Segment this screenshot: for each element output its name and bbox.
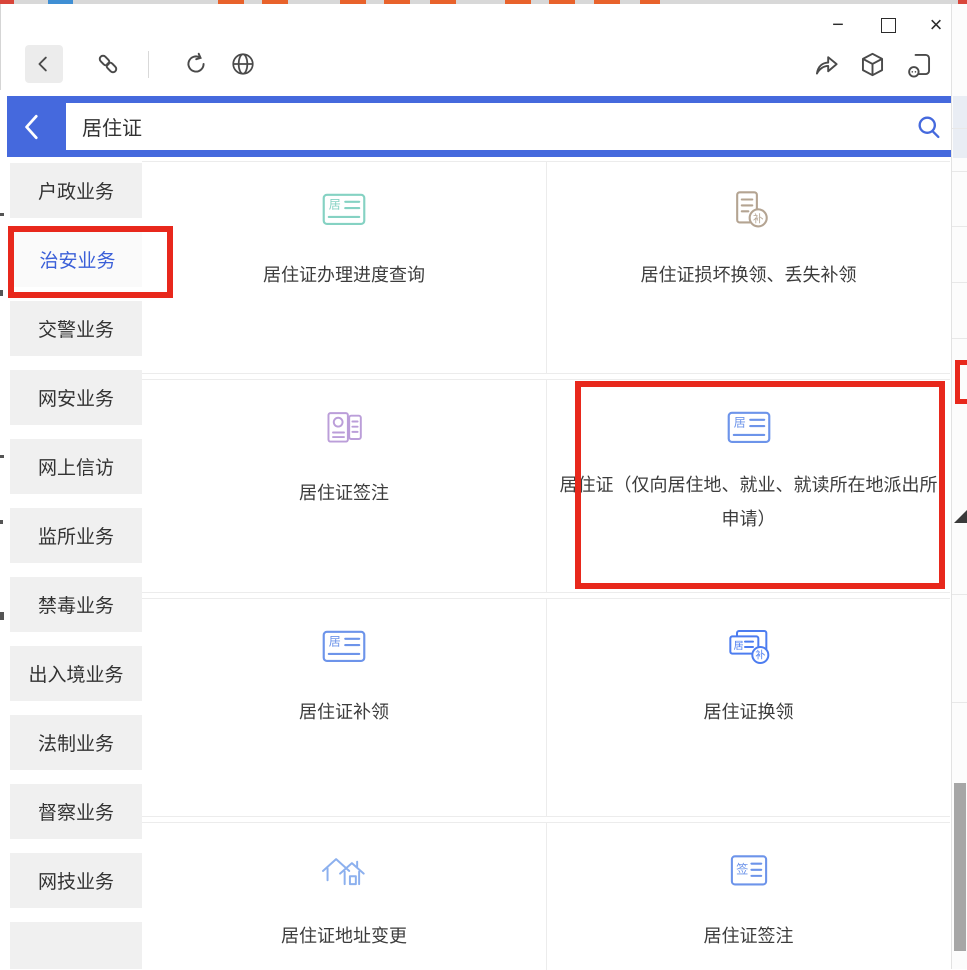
- title-bar: − ×: [0, 4, 967, 40]
- service-card-label: 居住证签注: [287, 476, 401, 510]
- svg-text:居: 居: [329, 635, 341, 649]
- search-input[interactable]: [66, 103, 906, 150]
- service-card[interactable]: 居 补 居住证换领: [547, 599, 950, 816]
- globe-button[interactable]: [224, 45, 262, 83]
- svg-text:补: 补: [752, 212, 763, 225]
- share-arrow-icon: [813, 51, 840, 78]
- refresh-icon: [183, 51, 209, 77]
- maximize-button[interactable]: [873, 12, 903, 38]
- service-card[interactable]: 居 居住证办理进度查询: [142, 162, 547, 373]
- page-behind-artifact: [953, 96, 967, 158]
- card-replace-icon: 居 补: [725, 625, 773, 669]
- maximize-icon: [881, 18, 896, 33]
- page-edge-artifact: [0, 455, 4, 458]
- service-card-highlighted[interactable]: 居 居住证（仅向居住地、就业、就读所在地派出所申请）: [547, 380, 950, 592]
- sidebar-item-partial[interactable]: [10, 922, 142, 969]
- close-button[interactable]: ×: [921, 12, 951, 38]
- id-card-photo-icon: [322, 406, 366, 450]
- search-input-wrapper: [66, 103, 952, 150]
- sidebar-item-wangji[interactable]: 网技业务: [10, 853, 142, 908]
- sign-card-icon: 签: [727, 849, 771, 893]
- service-card-label: 居住证换领: [692, 695, 806, 729]
- toolbar-divider: [148, 51, 149, 78]
- browser-toolbar: [0, 40, 967, 90]
- sidebar-item-huzheng[interactable]: 户政业务: [10, 163, 142, 218]
- page-behind-right-strip: [951, 4, 967, 969]
- service-card-label: 居住证补领: [287, 695, 401, 729]
- scrollbar-thumb[interactable]: [954, 783, 966, 951]
- service-card-label: 居住证地址变更: [269, 919, 419, 953]
- houses-icon: [319, 849, 369, 893]
- service-card[interactable]: 居住证地址变更: [142, 823, 547, 970]
- sidebar-item-jiansuo[interactable]: 监所业务: [10, 508, 142, 563]
- sidebar-item-wangan[interactable]: 网安业务: [10, 370, 142, 425]
- residence-card-icon: 居: [321, 188, 367, 232]
- service-card-label: 居住证办理进度查询: [251, 258, 437, 292]
- services-grid-row: 居住证地址变更 签 居住证签注: [142, 822, 950, 970]
- svg-text:居: 居: [733, 416, 745, 430]
- back-chevron-icon: [20, 112, 46, 142]
- sidebar-item-wangshangxinfang[interactable]: 网上信访: [10, 439, 142, 494]
- back-chevron-icon: [33, 53, 55, 75]
- page-edge-artifact: [0, 290, 3, 296]
- sidebar-item-ducha[interactable]: 督察业务: [10, 784, 142, 839]
- sidebar-item-jindu[interactable]: 禁毒业务: [10, 577, 142, 632]
- search-bar: [7, 96, 951, 157]
- page-edge-artifact: [0, 520, 3, 524]
- refresh-button[interactable]: [177, 45, 215, 83]
- minimize-button[interactable]: −: [823, 12, 853, 38]
- document-repair-icon: 补: [728, 188, 770, 232]
- sidebar-item-fazhi[interactable]: 法制业务: [10, 715, 142, 770]
- back-button[interactable]: [25, 45, 63, 83]
- service-card[interactable]: 居住证签注: [142, 380, 547, 592]
- service-card-label: 居住证（仅向居住地、就业、就读所在地派出所申请）: [547, 468, 950, 536]
- svg-text:居: 居: [329, 198, 341, 212]
- sidebar-item-jiaojing[interactable]: 交警业务: [10, 301, 142, 356]
- svg-text:居: 居: [733, 640, 743, 652]
- sidebar-item-zhian[interactable]: 治安业务: [10, 232, 142, 287]
- cursor-artifact: [954, 510, 967, 523]
- service-card[interactable]: 居 居住证补领: [142, 599, 547, 816]
- page-behind-annotation-fragment: [955, 360, 967, 404]
- cube-button[interactable]: [853, 45, 891, 83]
- mini-program-button[interactable]: [900, 45, 938, 83]
- service-card[interactable]: 补 居住证损坏换领、丢失补领: [547, 162, 950, 373]
- mini-program-icon: [906, 51, 933, 78]
- svg-text:补: 补: [755, 649, 765, 662]
- page-edge-artifact: [0, 612, 4, 620]
- svg-text:签: 签: [736, 861, 748, 876]
- sidebar-item-churujing[interactable]: 出入境业务: [10, 646, 142, 701]
- search-back-button[interactable]: [7, 96, 59, 157]
- search-submit-button[interactable]: [906, 103, 952, 150]
- service-card-label: 居住证损坏换领、丢失补领: [629, 258, 869, 292]
- service-card-label: 居住证签注: [692, 919, 806, 953]
- services-grid-row: 居 居住证办理进度查询 补 居住证损坏换领、丢失补领: [142, 161, 950, 374]
- link-icon: [95, 51, 121, 77]
- residence-card-icon: 居: [726, 406, 772, 450]
- share-button[interactable]: [807, 45, 845, 83]
- link-button[interactable]: [89, 45, 127, 83]
- residence-card-icon: 居: [321, 625, 367, 669]
- services-grid-row: 居住证签注 居 居住证（仅向居住地、就业、就读所在地派出所申请）: [142, 379, 950, 593]
- magnifier-icon: [915, 113, 943, 141]
- globe-icon: [230, 51, 256, 77]
- page-edge-artifact: [0, 213, 4, 216]
- service-card[interactable]: 签 居住证签注: [547, 823, 950, 970]
- cube-icon: [859, 51, 886, 78]
- services-grid-row: 居 居住证补领 居 补 居住证换领: [142, 598, 950, 817]
